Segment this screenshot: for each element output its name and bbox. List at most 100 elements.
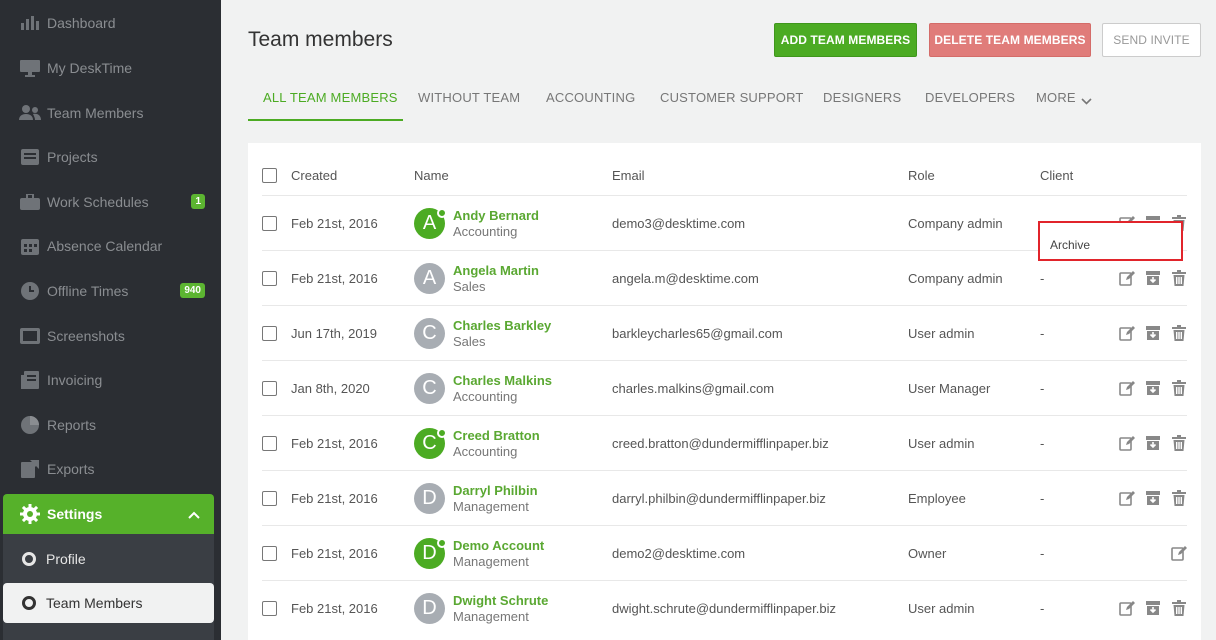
sidebar-item-exports[interactable]: Exports — [0, 447, 221, 491]
table-row[interactable]: Jun 17th, 2019 C Charles Barkley Sales barkl… — [262, 305, 1187, 360]
created-date: Feb 21st, 2016 — [291, 436, 378, 451]
table-row[interactable]: Feb 21st, 2016 D Dwight Schrute Management d… — [262, 580, 1187, 635]
delete-icon[interactable] — [1172, 490, 1188, 506]
online-status-dot — [437, 428, 447, 438]
avatar-initial: D — [422, 542, 437, 564]
select-all-checkbox[interactable] — [262, 168, 277, 183]
column-header-client[interactable]: Client — [1040, 168, 1073, 183]
table-row[interactable]: Feb 21st, 2016 C Creed Bratton Accounting cr… — [262, 415, 1187, 470]
column-header-created[interactable]: Created — [291, 168, 337, 183]
sidebar-item-settings[interactable]: Settings — [3, 494, 214, 534]
tab-all-team-members[interactable]: ALL TEAM MEMBERS — [248, 84, 403, 121]
archive-icon[interactable] — [1145, 325, 1161, 341]
member-name-link[interactable]: Charles Barkley — [453, 318, 551, 333]
created-date: Feb 21st, 2016 — [291, 491, 378, 506]
online-status-dot — [437, 208, 447, 218]
edit-icon[interactable] — [1119, 435, 1135, 451]
pie-chart-icon — [19, 416, 41, 434]
sidebar-item-absence-calendar[interactable]: Absence Calendar — [0, 224, 221, 268]
archive-icon[interactable] — [1145, 380, 1161, 396]
tab-accounting[interactable]: ACCOUNTING — [546, 84, 635, 121]
gear-icon — [19, 503, 41, 525]
sidebar-item-label: Offline Times — [47, 283, 129, 299]
delete-icon[interactable] — [1172, 600, 1188, 616]
edit-icon[interactable] — [1171, 545, 1187, 561]
sidebar-item-label: Reports — [47, 417, 97, 433]
sidebar-item-offline-times[interactable]: Offline Times 940 — [0, 269, 221, 313]
column-header-name[interactable]: Name — [414, 168, 449, 183]
row-checkbox[interactable] — [262, 216, 277, 231]
member-name-link[interactable]: Dwight Schrute — [453, 593, 548, 608]
sidebar-item-team-members[interactable]: Team Members — [0, 91, 221, 135]
row-checkbox[interactable] — [262, 546, 277, 561]
edit-icon[interactable] — [1119, 490, 1135, 506]
archive-icon[interactable] — [1145, 435, 1161, 451]
archive-icon[interactable] — [1145, 490, 1161, 506]
online-status-dot — [437, 538, 447, 548]
sidebar-item-label: Projects — [47, 149, 98, 165]
member-client: - — [1040, 601, 1045, 616]
archive-icon[interactable] — [1145, 600, 1161, 616]
sidebar-item-screenshots[interactable]: Screenshots — [0, 314, 221, 358]
delete-icon[interactable] — [1172, 435, 1188, 451]
sidebar-item-dashboard[interactable]: Dashboard — [0, 1, 221, 45]
row-checkbox[interactable] — [262, 326, 277, 341]
edit-icon[interactable] — [1119, 325, 1135, 341]
row-checkbox[interactable] — [262, 436, 277, 451]
row-checkbox[interactable] — [262, 491, 277, 506]
export-icon — [19, 460, 41, 478]
member-client: - — [1040, 271, 1045, 286]
member-team: Accounting — [453, 389, 518, 404]
column-header-role[interactable]: Role — [908, 168, 935, 183]
send-invite-button[interactable]: SEND INVITE — [1102, 23, 1201, 57]
delete-team-members-button[interactable]: DELETE TEAM MEMBERS — [929, 23, 1091, 57]
archive-icon[interactable] — [1145, 270, 1161, 286]
column-header-email[interactable]: Email — [612, 168, 645, 183]
team-tabs: ALL TEAM MEMBERS WITHOUT TEAM ACCOUNTING… — [248, 84, 1201, 122]
tab-designers[interactable]: DESIGNERS — [823, 84, 901, 121]
edit-icon[interactable] — [1119, 270, 1135, 286]
table-row[interactable]: Jan 8th, 2020 C Charles Malkins Accounting c… — [262, 360, 1187, 415]
delete-icon[interactable] — [1172, 380, 1188, 396]
member-name-link[interactable]: Creed Bratton — [453, 428, 540, 443]
row-checkbox[interactable] — [262, 271, 277, 286]
sidebar-item-projects[interactable]: Projects — [0, 135, 221, 179]
avatar: C — [414, 318, 445, 349]
member-name-link[interactable]: Charles Malkins — [453, 373, 552, 388]
sidebar-item-label: Team Members — [47, 105, 144, 121]
member-role: Employee — [908, 491, 966, 506]
tab-developers[interactable]: DEVELOPERS — [925, 84, 1015, 121]
sidebar-item-work-schedules[interactable]: Work Schedules 1 — [0, 180, 221, 224]
member-name-link[interactable]: Andy Bernard — [453, 208, 539, 223]
tab-more[interactable]: MORE — [1036, 84, 1092, 121]
submenu-item-profile[interactable]: Profile — [3, 539, 214, 579]
member-email: angela.m@desktime.com — [612, 271, 759, 286]
member-client: - — [1040, 381, 1045, 396]
submenu-item-team-members[interactable]: Team Members — [3, 583, 214, 623]
member-name-link[interactable]: Angela Martin — [453, 263, 539, 278]
member-name-link[interactable]: Darryl Philbin — [453, 483, 538, 498]
created-date: Feb 21st, 2016 — [291, 546, 378, 561]
tab-customer-support[interactable]: CUSTOMER SUPPORT — [660, 84, 804, 121]
sidebar-item-invoicing[interactable]: Invoicing — [0, 358, 221, 402]
row-checkbox[interactable] — [262, 601, 277, 616]
table-row[interactable]: Feb 21st, 2016 D Darryl Philbin Management d… — [262, 470, 1187, 525]
sidebar-item-my-desktime[interactable]: My DeskTime — [0, 46, 221, 90]
table-row[interactable]: Feb 21st, 2016 D Demo Account Management dem… — [262, 525, 1187, 580]
sidebar-item-label: Dashboard — [47, 15, 116, 31]
row-checkbox[interactable] — [262, 381, 277, 396]
tab-without-team[interactable]: WITHOUT TEAM — [418, 84, 520, 121]
avatar-initial: C — [422, 432, 437, 454]
edit-icon[interactable] — [1119, 380, 1135, 396]
delete-icon[interactable] — [1172, 270, 1188, 286]
sidebar-item-reports[interactable]: Reports — [0, 403, 221, 447]
created-date: Jun 17th, 2019 — [291, 326, 378, 341]
invoice-icon — [19, 371, 41, 389]
avatar: A — [414, 263, 445, 294]
member-name-link[interactable]: Demo Account — [453, 538, 544, 553]
edit-icon[interactable] — [1119, 600, 1135, 616]
clock-icon — [19, 282, 41, 300]
add-team-members-button[interactable]: ADD TEAM MEMBERS — [774, 23, 917, 57]
delete-icon[interactable] — [1172, 325, 1188, 341]
member-client: - — [1040, 491, 1045, 506]
